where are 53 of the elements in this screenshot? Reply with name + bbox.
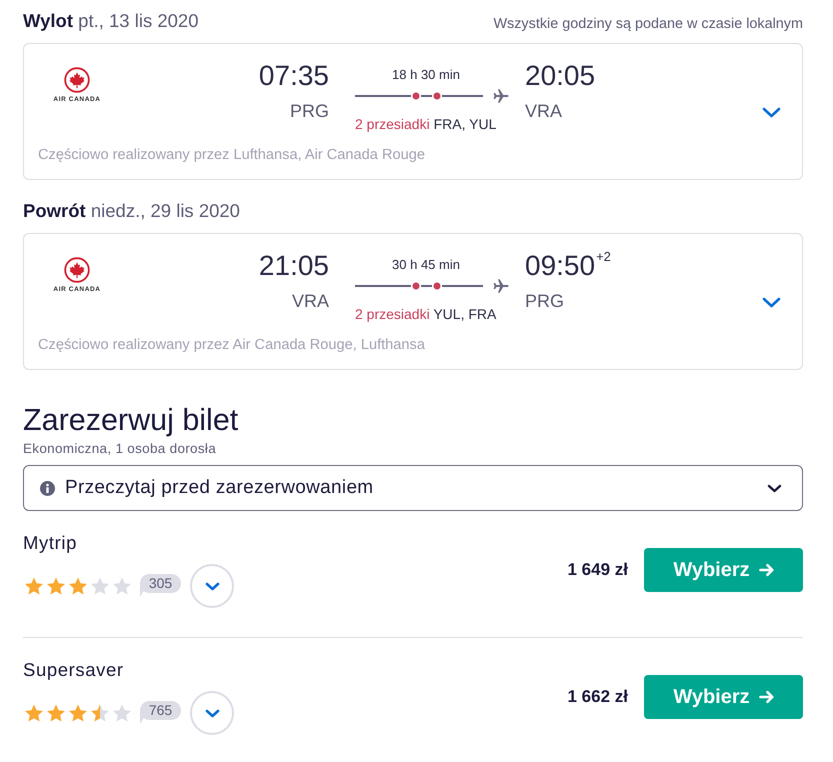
stop-dot-icon [434, 92, 440, 100]
notice-dropdown[interactable]: Przeczytaj przed zarezerwowaniem [23, 465, 803, 511]
airplane-icon [493, 278, 509, 294]
stop-dot-icon [412, 92, 420, 100]
star-filled-icon [25, 577, 43, 595]
arrival-time: 20:05 [525, 59, 596, 93]
arrival-airport: PRG [525, 290, 564, 312]
star-filled-icon [47, 577, 65, 595]
arrow-right-icon [758, 562, 774, 578]
price: 1 649 zł [568, 559, 628, 582]
star-half-icon [91, 704, 109, 722]
stop-dot-icon [412, 282, 420, 290]
expand-button[interactable] [190, 691, 234, 735]
chevron-down-icon[interactable] [762, 107, 781, 118]
star-empty-icon [91, 577, 109, 595]
section-title: Zarezerwuj bilet [23, 402, 238, 438]
star-empty-icon [113, 704, 131, 722]
timezone-note: Wszystkie godziny są podane w czasie lokalnym [493, 15, 803, 33]
leg-heading: Wylot pt., 13 lis 2020 [23, 9, 199, 33]
fare-subtitle: Ekonomiczna, 1 osoba dorosła [23, 441, 216, 457]
provider-name: Supersaver [23, 659, 124, 681]
chevron-down-icon[interactable] [762, 297, 781, 308]
maple-leaf-logo-icon [64, 67, 90, 93]
arrival-time: 09:50$^{+2}$ [525, 249, 611, 283]
arrival-airport: VRA [525, 100, 562, 122]
select-button[interactable]: Wybierz [644, 548, 803, 592]
maple-leaf-logo-icon [64, 257, 90, 283]
airplane-icon [493, 88, 509, 104]
price: 1 662 zł [568, 686, 628, 708]
departure-airport: PRG [290, 100, 329, 122]
star-filled-icon [25, 704, 43, 722]
expand-button[interactable] [190, 564, 234, 608]
leg-heading: Powrót niedz., 29 lis 2020 [23, 199, 240, 223]
provider-name: Mytrip [23, 532, 77, 554]
flight-duration: 30 h 45 min [391, 256, 461, 274]
stop-dot-icon [434, 282, 440, 290]
info-icon [40, 480, 55, 496]
arrow-right-icon [758, 689, 774, 705]
departure-time: 07:35 [258, 59, 329, 93]
operated-by-note: Częściowo realizowany przez Lufthansa, Air Canada Rouge [38, 146, 425, 164]
departure-time: 21:05 [258, 249, 329, 283]
operated-by-note: Częściowo realizowany przez Air Canada Rouge, Lufthansa [38, 336, 425, 354]
departure-airport: VRA [292, 290, 329, 312]
review-count: 305 [140, 574, 181, 598]
stops-info: 2 przesiadki FRA, YUL [355, 115, 496, 133]
star-filled-icon [47, 704, 65, 722]
stops-info: 2 przesiadki YUL, FRA [355, 305, 496, 323]
select-button[interactable]: Wybierz [644, 675, 803, 719]
star-filled-icon [69, 704, 87, 722]
star-filled-icon [69, 577, 87, 595]
review-count: 765 [140, 701, 181, 725]
star-empty-icon [113, 577, 131, 595]
flight-duration: 18 h 30 min [391, 66, 461, 84]
